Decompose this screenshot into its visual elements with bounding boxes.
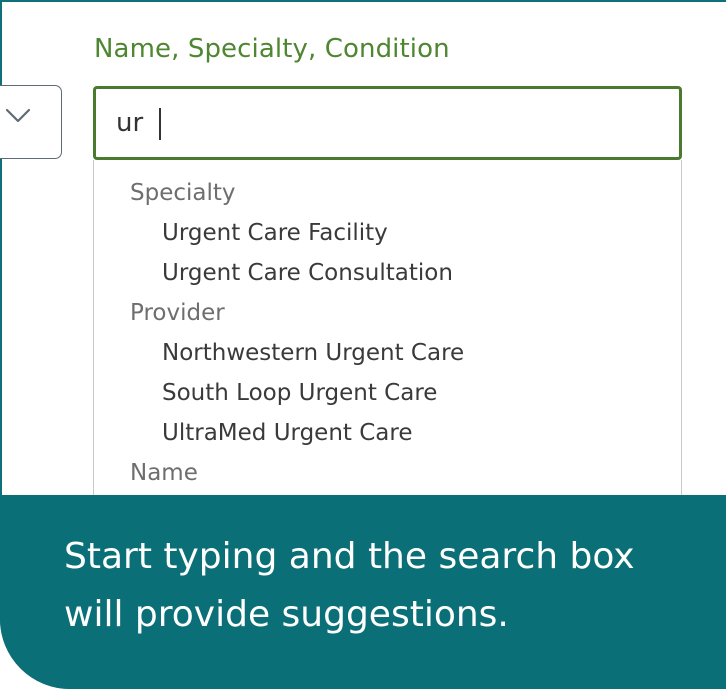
tooltip-text: Start typing and the search box will pro… <box>64 536 635 635</box>
search-field-label: Name, Specialty, Condition <box>94 34 450 64</box>
suggestion-option[interactable]: Urgent Care Consultation <box>162 260 453 286</box>
text-caret <box>159 108 161 140</box>
group-label-provider: Provider <box>130 300 225 326</box>
suggestion-option[interactable]: UltraMed Urgent Care <box>162 420 413 446</box>
suggestion-option[interactable]: Urgent Care Facility <box>162 220 388 246</box>
group-label-name: Name <box>130 460 198 486</box>
chevron-down-icon <box>5 108 31 123</box>
search-input[interactable] <box>116 101 516 145</box>
scope-dropdown[interactable] <box>0 85 62 159</box>
suggestions-dropdown: Specialty Urgent Care Facility Urgent Ca… <box>93 160 682 500</box>
suggestion-option[interactable]: South Loop Urgent Care <box>162 380 437 406</box>
help-tooltip: Start typing and the search box will pro… <box>0 495 726 689</box>
search-box[interactable] <box>93 86 682 160</box>
suggestion-option[interactable]: Northwestern Urgent Care <box>162 340 464 366</box>
search-screen: Name, Specialty, Condition Specialty Urg… <box>0 0 726 689</box>
group-label-specialty: Specialty <box>130 180 236 206</box>
